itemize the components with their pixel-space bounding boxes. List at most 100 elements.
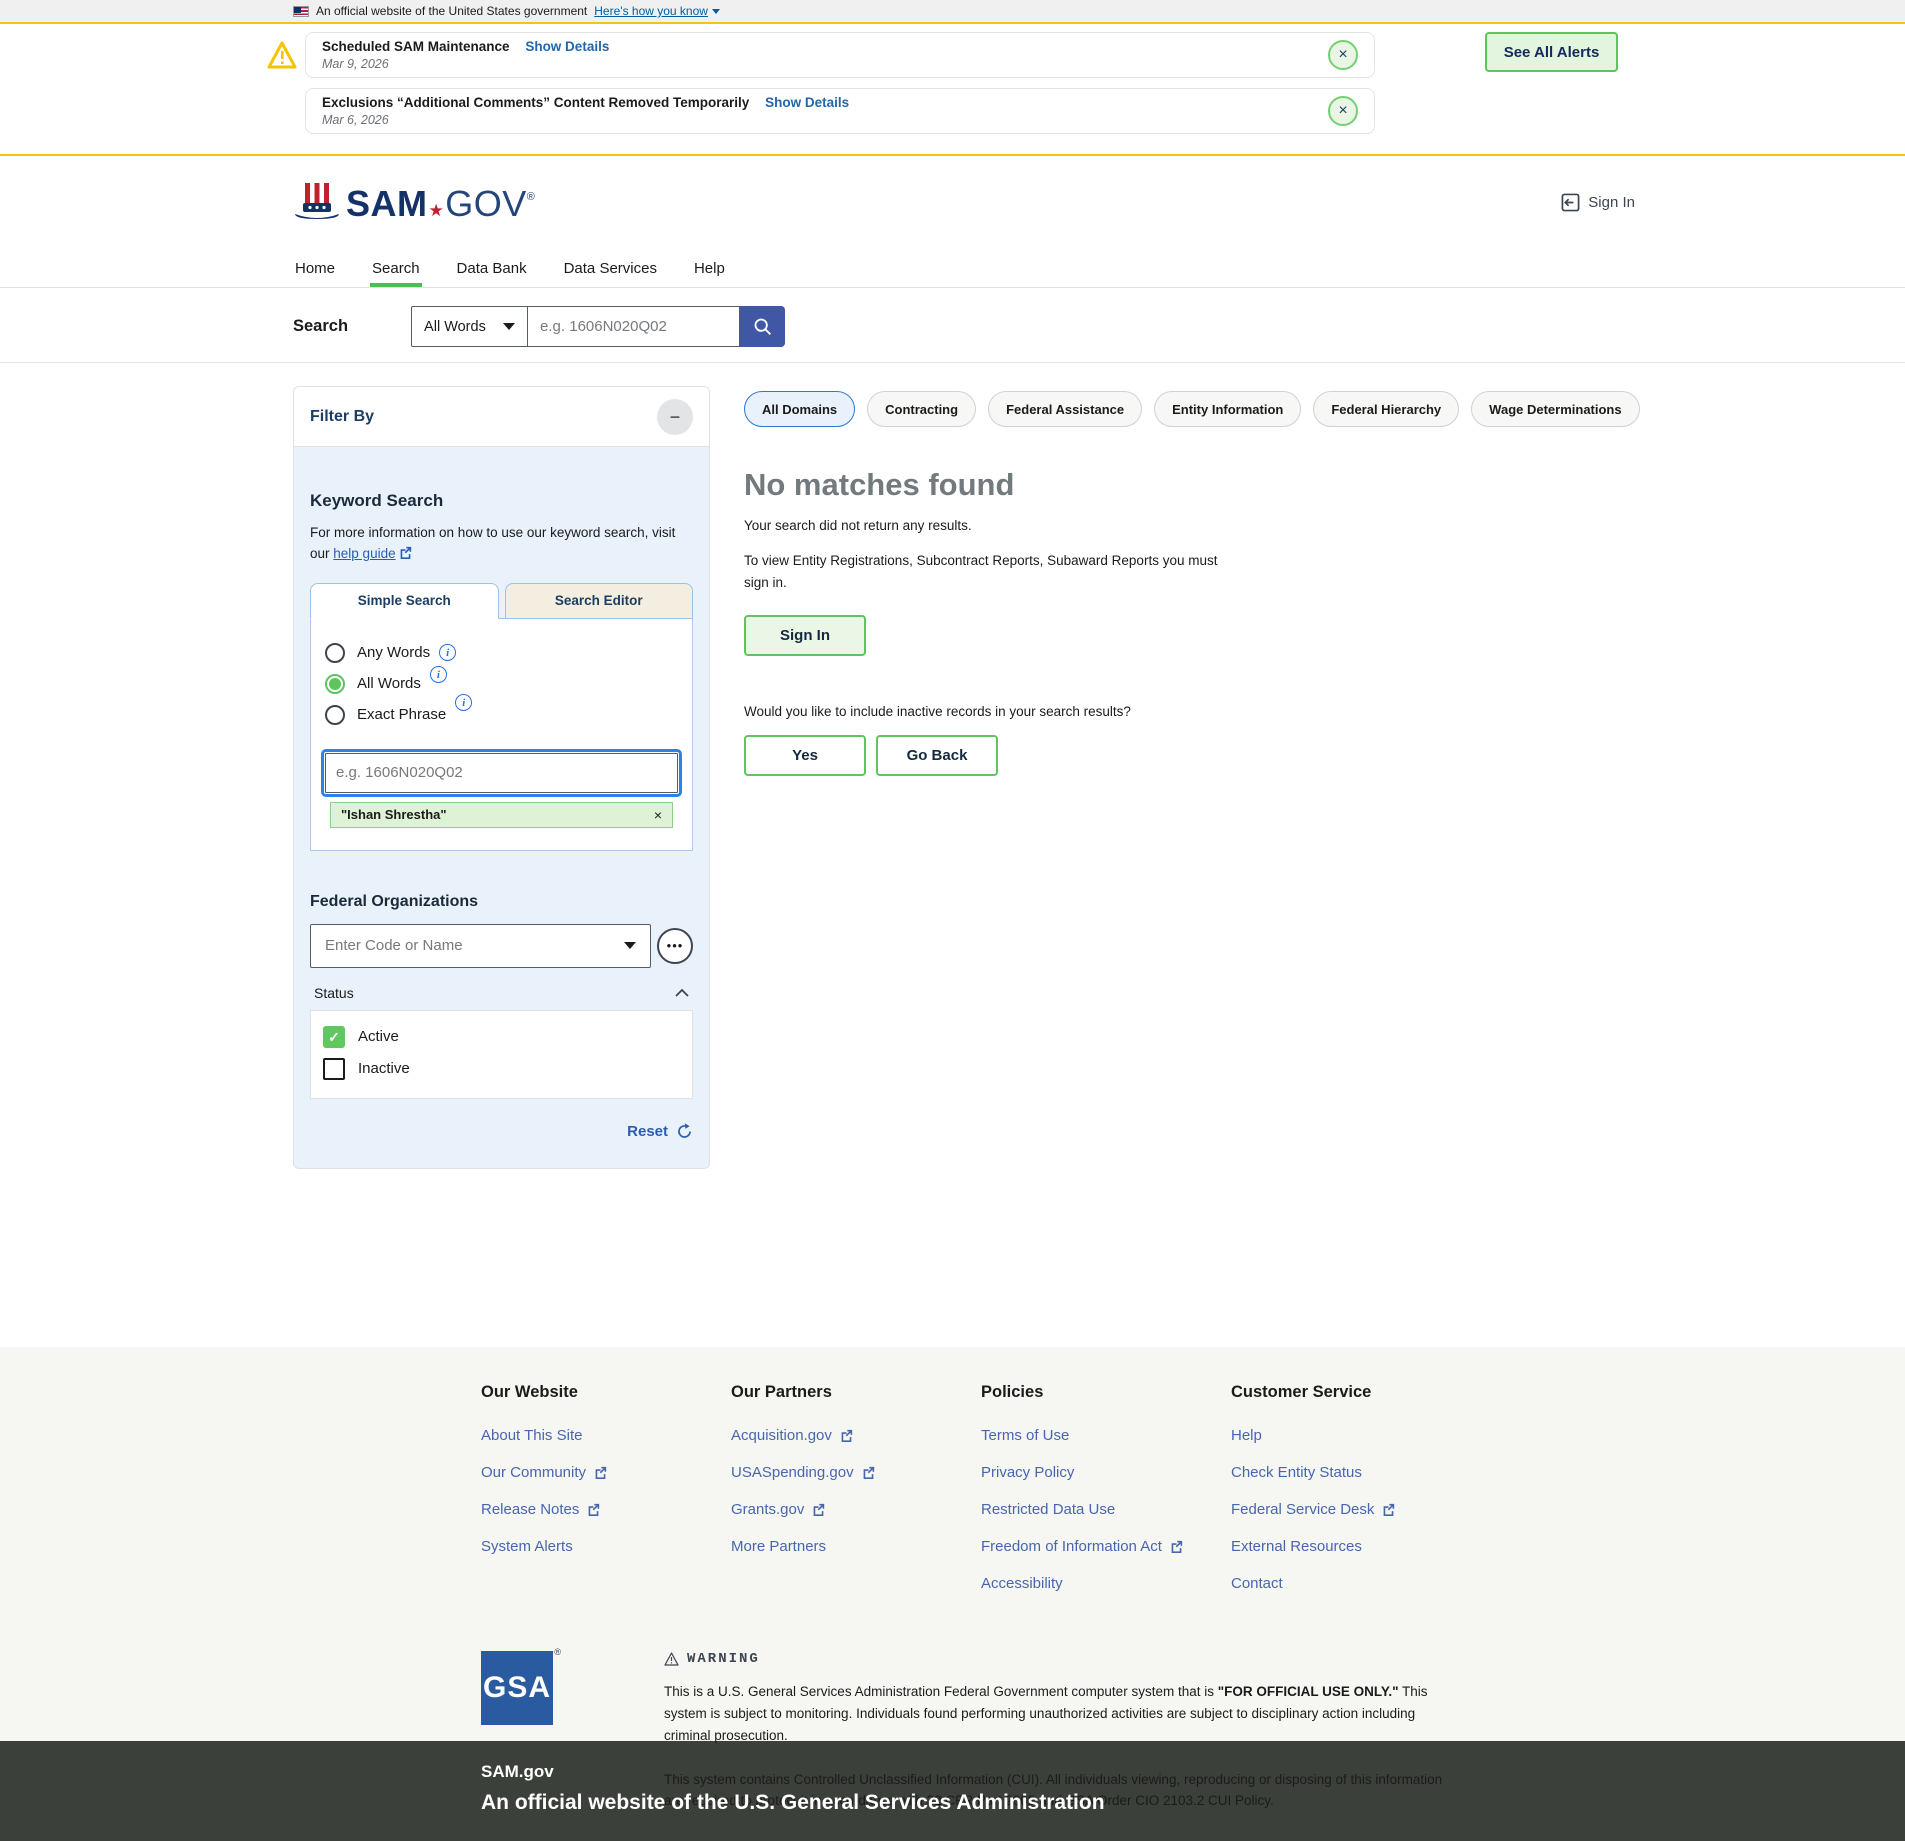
footer-link-check-entity-status[interactable]: Check Entity Status bbox=[1231, 1464, 1481, 1481]
sign-in-button[interactable]: Sign In bbox=[744, 615, 866, 656]
keyword-info-text: For more information on how to use our k… bbox=[310, 523, 692, 565]
footer-link-foia[interactable]: Freedom of Information Act bbox=[981, 1538, 1231, 1555]
keyword-tag: "Ishan Shrestha" × bbox=[330, 802, 673, 828]
footer-link-release-notes[interactable]: Release Notes bbox=[481, 1501, 731, 1518]
filter-title: Filter By bbox=[310, 408, 374, 426]
sign-in-label: Sign In bbox=[1588, 194, 1635, 211]
gov-banner-text: An official website of the United States… bbox=[316, 4, 587, 18]
footer-link-external-resources[interactable]: External Resources bbox=[1231, 1538, 1481, 1555]
footer-link-usaspending-gov[interactable]: USASpending.gov bbox=[731, 1464, 981, 1481]
close-alert-button[interactable]: × bbox=[1328, 96, 1358, 126]
select-arrow-icon bbox=[503, 323, 515, 330]
nav-item-data-bank[interactable]: Data Bank bbox=[455, 249, 529, 287]
show-details-link[interactable]: Show Details bbox=[525, 39, 609, 54]
domain-pills: All Domains Contracting Federal Assistan… bbox=[744, 391, 1905, 427]
checkbox-unchecked[interactable] bbox=[323, 1058, 345, 1080]
see-all-alerts-button[interactable]: See All Alerts bbox=[1485, 32, 1618, 72]
close-alert-button[interactable]: × bbox=[1328, 40, 1358, 70]
status-option-inactive[interactable]: Inactive bbox=[323, 1058, 680, 1080]
domain-pill-wage-determinations[interactable]: Wage Determinations bbox=[1471, 391, 1639, 427]
domain-pill-federal-hierarchy[interactable]: Federal Hierarchy bbox=[1313, 391, 1459, 427]
chevron-down-icon bbox=[712, 9, 720, 14]
select-arrow-icon bbox=[624, 942, 636, 949]
show-details-link[interactable]: Show Details bbox=[765, 95, 849, 110]
nav-item-help[interactable]: Help bbox=[692, 249, 727, 287]
go-back-button[interactable]: Go Back bbox=[876, 735, 998, 776]
logo-gov-text: GOV bbox=[445, 183, 527, 225]
external-link-icon bbox=[812, 1503, 825, 1516]
filter-panel-body: Keyword Search For more information on h… bbox=[294, 447, 709, 1168]
info-icon[interactable]: i bbox=[439, 644, 456, 661]
reset-filters-link[interactable]: Reset bbox=[310, 1123, 693, 1140]
status-option-active[interactable]: ✓ Active bbox=[323, 1026, 680, 1048]
footer-col-our-partners: Our Partners Acquisition.gov USASpending… bbox=[731, 1383, 981, 1612]
radio-all-words[interactable] bbox=[325, 674, 345, 694]
federal-org-placeholder: Enter Code or Name bbox=[325, 937, 463, 954]
filter-panel-header: Filter By − bbox=[294, 387, 709, 447]
sign-in-icon bbox=[1561, 193, 1580, 212]
collapse-filters-button[interactable]: − bbox=[657, 399, 693, 435]
info-icon[interactable]: i bbox=[430, 666, 447, 683]
domain-pill-federal-assistance[interactable]: Federal Assistance bbox=[988, 391, 1142, 427]
info-icon[interactable]: i bbox=[455, 694, 472, 711]
include-inactive-question: Would you like to include inactive recor… bbox=[744, 704, 1905, 719]
gov-banner: An official website of the United States… bbox=[0, 0, 1905, 22]
remove-tag-icon[interactable]: × bbox=[654, 807, 662, 823]
footer-link-terms-of-use[interactable]: Terms of Use bbox=[981, 1427, 1231, 1444]
footer-link-system-alerts[interactable]: System Alerts bbox=[481, 1538, 731, 1555]
minus-icon: − bbox=[670, 407, 681, 427]
footer-link-federal-service-desk[interactable]: Federal Service Desk bbox=[1231, 1501, 1481, 1518]
footer-col-heading: Our Partners bbox=[731, 1383, 981, 1402]
top-search-input[interactable] bbox=[528, 306, 740, 347]
footer-link-our-community[interactable]: Our Community bbox=[481, 1464, 731, 1481]
footer-link-acquisition-gov[interactable]: Acquisition.gov bbox=[731, 1427, 981, 1444]
footer-link-restricted-data-use[interactable]: Restricted Data Use bbox=[981, 1501, 1231, 1518]
how-you-know-link[interactable]: Here's how you know bbox=[594, 4, 720, 18]
federal-organizations-row: Enter Code or Name ••• bbox=[310, 924, 693, 968]
search-mode-select[interactable]: All Words bbox=[411, 306, 528, 347]
results-area: All Domains Contracting Federal Assistan… bbox=[744, 386, 1905, 776]
footer-link-about-this-site[interactable]: About This Site bbox=[481, 1427, 731, 1444]
footer-link-help[interactable]: Help bbox=[1231, 1427, 1481, 1444]
external-link-icon bbox=[587, 1503, 600, 1516]
alert-icon-spacer bbox=[267, 88, 297, 134]
tab-simple-search[interactable]: Simple Search bbox=[310, 583, 499, 619]
status-header[interactable]: Status bbox=[310, 985, 693, 1001]
keyword-tabs: Simple Search Search Editor bbox=[310, 583, 693, 619]
nav-item-search[interactable]: Search bbox=[370, 249, 422, 287]
registered-mark: ® bbox=[554, 1647, 561, 1657]
more-options-button[interactable]: ••• bbox=[657, 928, 693, 964]
footer-link-accessibility[interactable]: Accessibility bbox=[981, 1575, 1231, 1592]
domain-pill-entity-information[interactable]: Entity Information bbox=[1154, 391, 1301, 427]
external-link-icon bbox=[399, 546, 412, 559]
radio-exact-phrase[interactable] bbox=[325, 705, 345, 725]
radio-any-words[interactable] bbox=[325, 643, 345, 663]
federal-org-select[interactable]: Enter Code or Name bbox=[310, 924, 651, 968]
filter-panel: Filter By − Keyword Search For more info… bbox=[293, 386, 710, 1169]
footer-link-privacy-policy[interactable]: Privacy Policy bbox=[981, 1464, 1231, 1481]
search-submit-button[interactable] bbox=[740, 306, 785, 347]
search-icon bbox=[752, 316, 774, 338]
status-label: Status bbox=[314, 985, 354, 1001]
sign-in-required-message: To view Entity Registrations, Subcontrac… bbox=[744, 550, 1244, 593]
sam-gov-logo[interactable]: SAM★GOV® bbox=[293, 181, 535, 225]
radio-exact-phrase-label: Exact Phrase bbox=[357, 706, 446, 723]
checkbox-checked-icon[interactable]: ✓ bbox=[323, 1026, 345, 1048]
domain-pill-contracting[interactable]: Contracting bbox=[867, 391, 976, 427]
close-icon: × bbox=[1338, 102, 1347, 119]
nav-item-data-services[interactable]: Data Services bbox=[562, 249, 659, 287]
gsa-logo-text: GSA bbox=[481, 1651, 553, 1725]
keyword-tag-label: "Ishan Shrestha" bbox=[341, 807, 447, 822]
search-label: Search bbox=[293, 306, 348, 346]
yes-button[interactable]: Yes bbox=[744, 735, 866, 776]
header-sign-in-link[interactable]: Sign In bbox=[1561, 193, 1635, 212]
keyword-input[interactable] bbox=[325, 753, 678, 793]
domain-pill-all-domains[interactable]: All Domains bbox=[744, 391, 855, 427]
footer-link-grants-gov[interactable]: Grants.gov bbox=[731, 1501, 981, 1518]
footer-col-policies: Policies Terms of Use Privacy Policy Res… bbox=[981, 1383, 1231, 1612]
nav-item-home[interactable]: Home bbox=[293, 249, 337, 287]
footer-link-more-partners[interactable]: More Partners bbox=[731, 1538, 981, 1555]
footer-link-contact[interactable]: Contact bbox=[1231, 1575, 1481, 1592]
tab-search-editor[interactable]: Search Editor bbox=[505, 583, 694, 619]
help-guide-link[interactable]: help guide bbox=[333, 546, 411, 561]
